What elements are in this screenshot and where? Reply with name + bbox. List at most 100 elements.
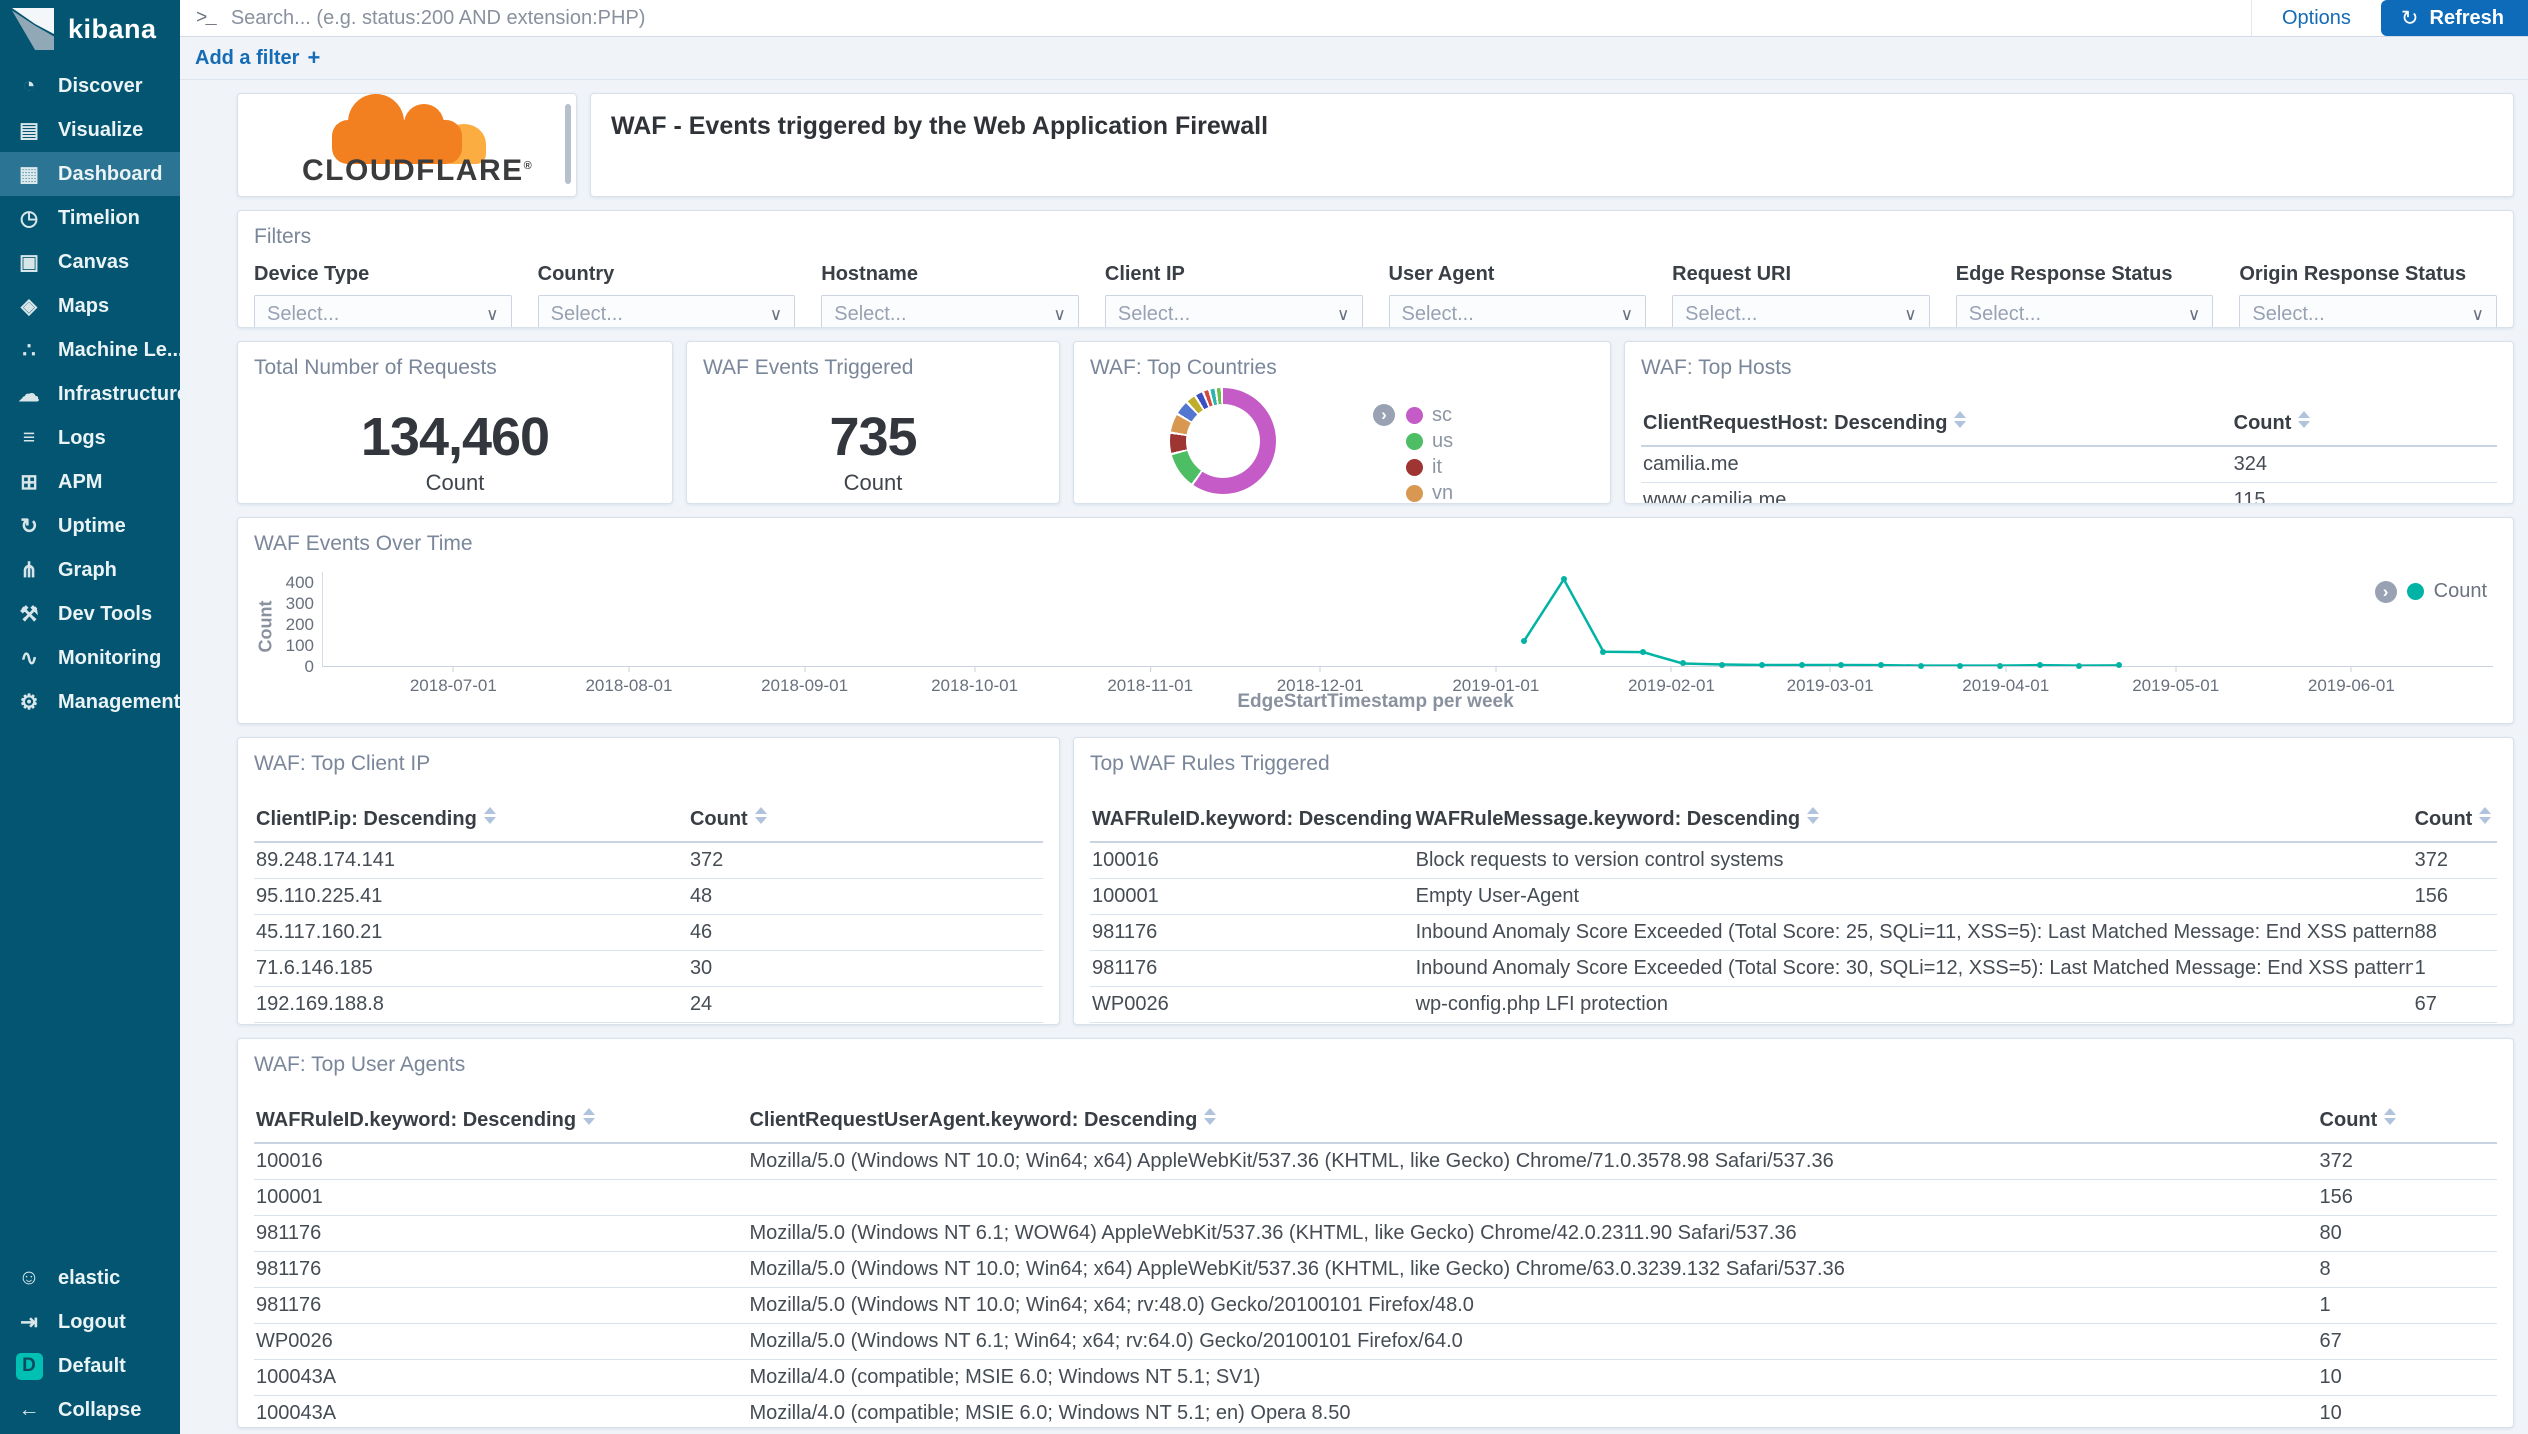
sidebar-item-management[interactable]: ⚙Management bbox=[0, 680, 180, 724]
sidebar-item-logout[interactable]: ⇥Logout bbox=[0, 1300, 180, 1344]
sidebar-item-elastic-user[interactable]: ☺elastic bbox=[0, 1256, 180, 1300]
sidebar-item-discover[interactable]: ◔Discover bbox=[0, 64, 180, 108]
column-header[interactable]: ClientRequestUserAgent.keyword: Descendi… bbox=[747, 1099, 2317, 1143]
filter-select[interactable]: Select... ∨ bbox=[1105, 295, 1363, 328]
legend-expand-icon[interactable]: › bbox=[1373, 404, 1395, 426]
filter-select[interactable]: Select... ∨ bbox=[1672, 295, 1930, 328]
user-icon: ☺ bbox=[15, 1266, 43, 1290]
sort-caret-icon bbox=[1204, 1108, 1216, 1125]
column-header[interactable]: Count bbox=[2318, 1099, 2497, 1143]
filter-field-country: Country Select... ∨ bbox=[538, 263, 796, 328]
chevron-down-icon: ∨ bbox=[1337, 305, 1349, 325]
sidebar-item-default-space[interactable]: DDefault bbox=[0, 1344, 180, 1388]
sidebar-item-graph[interactable]: ⋔Graph bbox=[0, 548, 180, 592]
sidebar-item-apm[interactable]: ⊞APM bbox=[0, 460, 180, 504]
sidebar-item-logs[interactable]: ≡Logs bbox=[0, 416, 180, 460]
data-point[interactable] bbox=[2116, 662, 2122, 668]
legend-item-vn[interactable]: vn bbox=[1406, 480, 1453, 504]
maps-icon: ◈ bbox=[15, 294, 43, 319]
sidebar-footer: ☺elastic ⇥Logout DDefault ←Collapse bbox=[0, 1256, 180, 1434]
table-row: 100001Empty User-Agent156 bbox=[1090, 879, 2497, 915]
search-input[interactable]: >_ Search... (e.g. status:200 AND extens… bbox=[180, 0, 2251, 36]
data-point[interactable] bbox=[1957, 663, 1963, 669]
column-header[interactable]: Count bbox=[2232, 402, 2497, 446]
kibana-logo[interactable]: kibana bbox=[0, 0, 180, 58]
sidebar-item-dev-tools[interactable]: ⚒Dev Tools bbox=[0, 592, 180, 636]
table-cell: 100001 bbox=[254, 1180, 747, 1216]
data-point[interactable] bbox=[2037, 662, 2043, 668]
column-header[interactable]: WAFRuleID.keyword: Descending bbox=[1090, 798, 1414, 842]
sidebar-item-timelion[interactable]: ◷Timelion bbox=[0, 196, 180, 240]
data-point[interactable] bbox=[1799, 662, 1805, 668]
top-user-agents-table: WAFRuleID.keyword: DescendingClientReque… bbox=[254, 1099, 2497, 1428]
legend-item-us[interactable]: us bbox=[1406, 428, 1453, 454]
sidebar-item-machine-learning[interactable]: ∴Machine Le... bbox=[0, 328, 180, 372]
add-filter-plus-icon[interactable]: + bbox=[307, 45, 320, 71]
data-point[interactable] bbox=[1521, 638, 1527, 644]
filter-label: Edge Response Status bbox=[1956, 263, 2214, 286]
data-point[interactable] bbox=[1719, 662, 1725, 668]
filter-select[interactable]: Select... ∨ bbox=[538, 295, 796, 328]
table-cell: 48 bbox=[688, 879, 1043, 915]
sidebar-item-monitoring[interactable]: ∿Monitoring bbox=[0, 636, 180, 680]
filter-select[interactable]: Select... ∨ bbox=[1389, 295, 1647, 328]
table-row: 981176Inbound Anomaly Score Exceeded (To… bbox=[1090, 915, 2497, 951]
panel-scrollbar[interactable] bbox=[565, 104, 571, 184]
sidebar-nav: ◔Discover ▤Visualize ▦Dashboard ◷Timelio… bbox=[0, 64, 180, 724]
filter-label: Hostname bbox=[821, 263, 1079, 286]
options-button[interactable]: Options bbox=[2251, 0, 2381, 36]
table-cell: 80 bbox=[2318, 1216, 2497, 1252]
table-cell: 67 bbox=[2318, 1324, 2497, 1360]
filter-controls: Device Type Select... ∨ Country Select..… bbox=[254, 263, 2497, 328]
sidebar-item-canvas[interactable]: ▣Canvas bbox=[0, 240, 180, 284]
data-point[interactable] bbox=[1838, 662, 1844, 668]
table-cell: 1 bbox=[2318, 1288, 2497, 1324]
sidebar-item-visualize[interactable]: ▤Visualize bbox=[0, 108, 180, 152]
sidebar-item-maps[interactable]: ◈Maps bbox=[0, 284, 180, 328]
legend-dot bbox=[1406, 407, 1423, 424]
filter-select[interactable]: Select... ∨ bbox=[2239, 295, 2497, 328]
data-point[interactable] bbox=[1640, 649, 1646, 655]
column-header[interactable]: ClientIP.ip: Descending bbox=[254, 798, 688, 842]
chevron-down-icon: ∨ bbox=[770, 305, 782, 325]
panel-waf-events-over-time: WAF Events Over Time Count 0100200300400… bbox=[237, 517, 2514, 724]
column-header[interactable]: WAFRuleMessage.keyword: Descending bbox=[1414, 798, 2413, 842]
sort-caret-icon bbox=[2479, 807, 2491, 824]
data-point[interactable] bbox=[1918, 663, 1924, 669]
filter-field-user-agent: User Agent Select... ∨ bbox=[1389, 263, 1647, 328]
table-cell: 100001 bbox=[1090, 879, 1414, 915]
filter-select[interactable]: Select... ∨ bbox=[254, 295, 512, 328]
data-point[interactable] bbox=[1759, 662, 1765, 668]
machine-learning-icon: ∴ bbox=[15, 338, 43, 363]
sidebar-item-dashboard[interactable]: ▦Dashboard bbox=[0, 152, 180, 196]
count-series-dot[interactable] bbox=[2407, 583, 2424, 600]
column-header[interactable]: ClientRequestHost: Descending bbox=[1641, 402, 2232, 446]
uptime-icon: ↻ bbox=[15, 514, 43, 539]
chevron-down-icon: ∨ bbox=[1621, 305, 1633, 325]
data-point[interactable] bbox=[1997, 663, 2003, 669]
legend-expand-icon[interactable]: › bbox=[2375, 581, 2397, 603]
filter-select[interactable]: Select... ∨ bbox=[1956, 295, 2214, 328]
line-plot-area[interactable]: 2018-07-012018-08-012018-09-012018-10-01… bbox=[322, 572, 2493, 667]
legend-item-sc[interactable]: sc bbox=[1406, 402, 1453, 428]
top-countries-donut-chart[interactable] bbox=[1170, 388, 1276, 494]
data-point[interactable] bbox=[1561, 576, 1567, 582]
count-series-label[interactable]: Count bbox=[2434, 580, 2487, 603]
column-header[interactable]: Count bbox=[2413, 798, 2497, 842]
data-point[interactable] bbox=[2076, 663, 2082, 669]
add-filter-link[interactable]: Add a filter bbox=[195, 47, 299, 70]
sidebar-item-uptime[interactable]: ↻Uptime bbox=[0, 504, 180, 548]
refresh-button[interactable]: ↻Refresh bbox=[2381, 0, 2528, 36]
sidebar-item-infrastructure[interactable]: ☁Infrastructure bbox=[0, 372, 180, 416]
discover-icon: ◔ bbox=[15, 74, 43, 98]
sidebar-item-collapse[interactable]: ←Collapse bbox=[0, 1388, 180, 1432]
data-point[interactable] bbox=[1878, 662, 1884, 668]
table-cell: 981176 bbox=[254, 1216, 747, 1252]
column-header[interactable]: Count bbox=[688, 798, 1043, 842]
data-point[interactable] bbox=[1680, 660, 1686, 666]
table-row: 192.169.188.824 bbox=[254, 987, 1043, 1023]
data-point[interactable] bbox=[1600, 649, 1606, 655]
filter-select[interactable]: Select... ∨ bbox=[821, 295, 1079, 328]
column-header[interactable]: WAFRuleID.keyword: Descending bbox=[254, 1099, 747, 1143]
legend-item-it[interactable]: it bbox=[1406, 454, 1453, 480]
